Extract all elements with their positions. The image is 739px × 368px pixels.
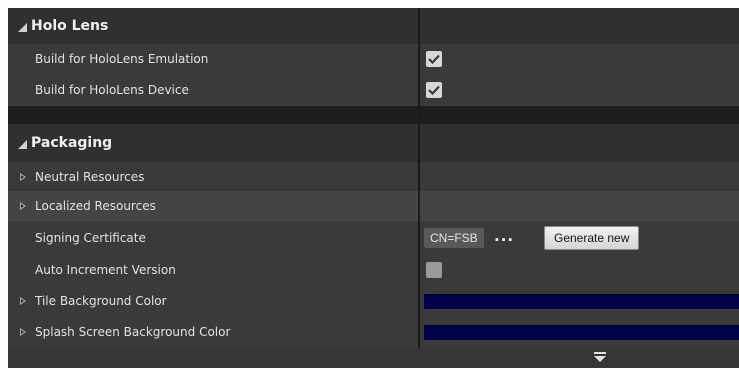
column-divider[interactable] bbox=[418, 124, 420, 162]
triangle-expanded-icon bbox=[18, 22, 27, 32]
arrow-down-icon[interactable] bbox=[593, 351, 607, 363]
property-label: Splash Screen Background Color bbox=[35, 325, 231, 339]
column-divider[interactable] bbox=[418, 191, 420, 221]
certificate-value-field[interactable]: CN=FSB bbox=[424, 227, 484, 248]
chevron-right-icon[interactable] bbox=[20, 172, 26, 181]
auto-increment-checkbox[interactable] bbox=[426, 261, 442, 278]
column-divider[interactable] bbox=[418, 254, 420, 285]
property-label: Localized Resources bbox=[35, 199, 156, 213]
column-divider[interactable] bbox=[418, 221, 420, 254]
property-label: Signing Certificate bbox=[35, 230, 146, 245]
property-row-localized-resources[interactable]: Localized Resources bbox=[8, 191, 739, 221]
category-title: Holo Lens bbox=[31, 18, 109, 34]
browse-certificate-button[interactable]: ... bbox=[494, 228, 514, 247]
column-divider[interactable] bbox=[418, 285, 420, 316]
property-row-neutral-resources[interactable]: Neutral Resources bbox=[8, 162, 739, 191]
triangle-expanded-icon bbox=[18, 139, 27, 149]
details-panel: Holo Lens Build for HoloLens Emulation B… bbox=[8, 8, 739, 368]
scroll-footer bbox=[8, 348, 739, 368]
column-divider[interactable] bbox=[418, 8, 420, 44]
tile-background-color-swatch[interactable] bbox=[424, 293, 739, 309]
property-label: Neutral Resources bbox=[35, 169, 145, 184]
check-icon bbox=[428, 54, 440, 64]
property-label: Tile Background Color bbox=[35, 293, 167, 308]
device-checkbox[interactable] bbox=[426, 82, 442, 98]
category-title: Packaging bbox=[31, 135, 113, 151]
property-row-signing-certificate: Signing Certificate CN=FSB ... Generate … bbox=[8, 221, 739, 254]
property-row-tile-background[interactable]: Tile Background Color bbox=[8, 285, 739, 316]
check-icon bbox=[428, 85, 440, 95]
category-packaging[interactable]: Packaging bbox=[8, 124, 739, 162]
category-holo-lens[interactable]: Holo Lens bbox=[8, 8, 739, 44]
property-label: Build for HoloLens Device bbox=[35, 83, 189, 97]
column-divider[interactable] bbox=[418, 44, 420, 74]
emulation-checkbox[interactable] bbox=[426, 51, 442, 67]
property-row-auto-increment: Auto Increment Version bbox=[8, 254, 739, 285]
property-label: Build for HoloLens Emulation bbox=[35, 52, 209, 66]
chevron-right-icon[interactable] bbox=[20, 296, 26, 305]
category-spacer bbox=[8, 106, 739, 124]
generate-new-button[interactable]: Generate new bbox=[544, 225, 640, 250]
property-row-splash-background[interactable]: Splash Screen Background Color bbox=[8, 316, 739, 348]
column-divider[interactable] bbox=[418, 162, 420, 191]
column-divider[interactable] bbox=[418, 316, 420, 348]
chevron-right-icon[interactable] bbox=[20, 328, 26, 336]
property-row-emulation: Build for HoloLens Emulation bbox=[8, 44, 739, 74]
chevron-right-icon[interactable] bbox=[20, 202, 26, 210]
property-label: Auto Increment Version bbox=[35, 262, 176, 277]
splash-background-color-swatch[interactable] bbox=[424, 325, 739, 340]
column-divider[interactable] bbox=[418, 74, 420, 106]
property-row-device: Build for HoloLens Device bbox=[8, 74, 739, 106]
